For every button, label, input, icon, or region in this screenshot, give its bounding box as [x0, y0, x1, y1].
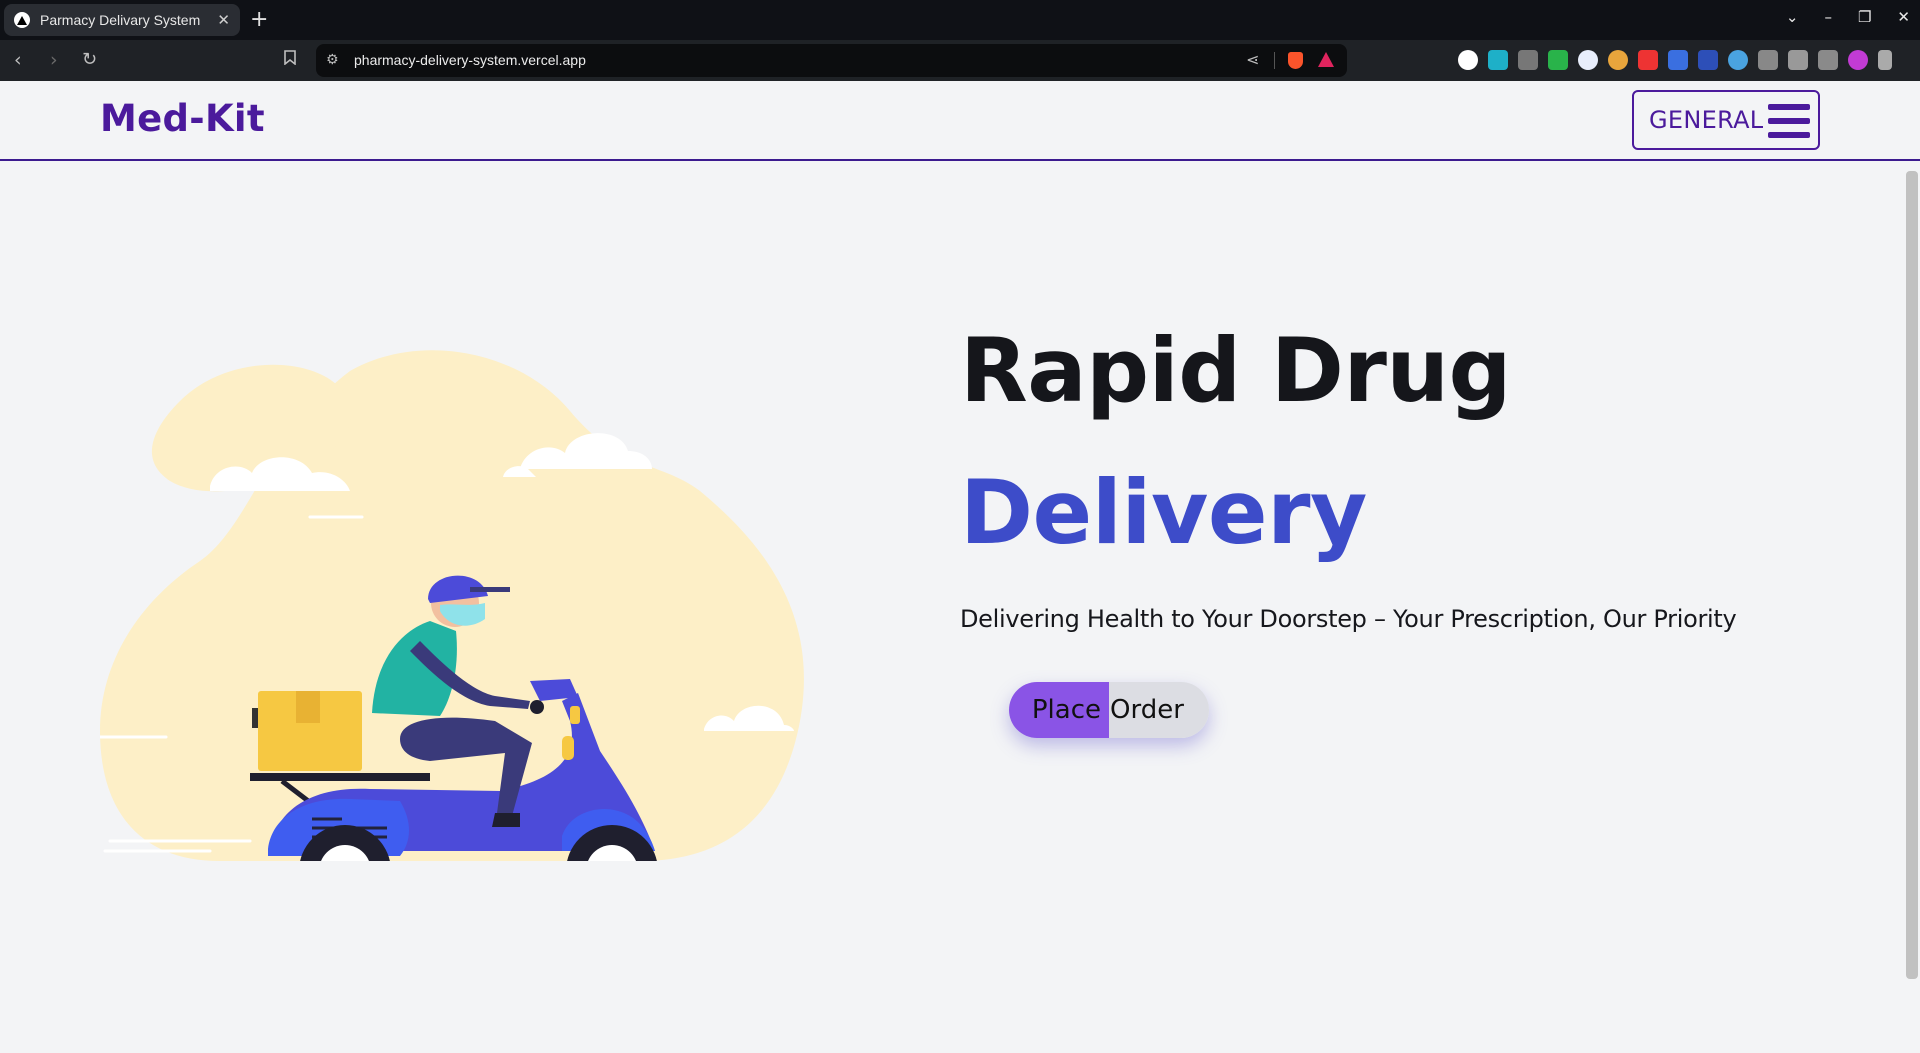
- restore-icon[interactable]: ❐: [1858, 8, 1871, 26]
- site-logo[interactable]: Med-Kit: [100, 97, 265, 140]
- extensions-row: [1458, 50, 1892, 70]
- place-order-left: Place: [1009, 682, 1109, 738]
- new-tab-icon[interactable]: +: [250, 7, 268, 33]
- brave-rewards-icon[interactable]: [1318, 52, 1334, 67]
- extensions-puzzle-icon[interactable]: [1758, 50, 1778, 70]
- browser-tab-bar: Parmacy Delivary System ✕ + ⌄ – ❐ ✕: [0, 0, 1920, 40]
- place-order-word2: Order: [1110, 695, 1184, 725]
- url-text[interactable]: pharmacy-delivery-system.vercel.app: [354, 52, 586, 68]
- delivery-scooter-illustration: [100, 350, 804, 861]
- extension-save-icon[interactable]: [1488, 50, 1508, 70]
- divider: [1274, 52, 1275, 69]
- profile-avatar-icon[interactable]: [1848, 50, 1868, 70]
- extension-zip-icon[interactable]: [1698, 50, 1718, 70]
- extension-window-icon[interactable]: [1518, 50, 1538, 70]
- sidebar-icon[interactable]: [1788, 50, 1808, 70]
- site-settings-icon[interactable]: ⚙: [326, 52, 339, 68]
- browser-tab[interactable]: Parmacy Delivary System ✕: [4, 4, 240, 36]
- bookmark-icon[interactable]: [284, 50, 296, 69]
- brave-shields-icon[interactable]: [1288, 52, 1303, 69]
- extension-globe-icon[interactable]: [1608, 50, 1628, 70]
- vercel-favicon-icon: [14, 12, 30, 28]
- extension-translate-icon[interactable]: [1578, 50, 1598, 70]
- extension-camera-icon[interactable]: [1668, 50, 1688, 70]
- minimize-icon[interactable]: –: [1824, 8, 1832, 26]
- hero-title-line2: Delivery: [960, 461, 1367, 564]
- menu-icon[interactable]: [1878, 50, 1892, 70]
- extension-pen-icon[interactable]: [1458, 50, 1478, 70]
- tab-close-icon[interactable]: ✕: [217, 11, 230, 29]
- place-order-word1: Place: [1031, 695, 1101, 725]
- site-header: Med-Kit GENERAL: [0, 81, 1920, 161]
- back-icon[interactable]: ‹: [14, 49, 22, 71]
- extension-lock-icon[interactable]: [1548, 50, 1568, 70]
- hero-tagline: Delivering Health to Your Doorstep – You…: [960, 605, 1737, 633]
- share-icon[interactable]: ⋖: [1246, 50, 1259, 69]
- extension-pocket-icon[interactable]: [1638, 50, 1658, 70]
- place-order-button[interactable]: Place Order: [1009, 682, 1209, 738]
- forward-icon[interactable]: ›: [50, 49, 58, 71]
- hamburger-icon: [1768, 104, 1810, 138]
- place-order-right: Order: [1109, 682, 1209, 738]
- window-controls: ⌄ – ❐ ✕: [1786, 8, 1910, 26]
- tab-title: Parmacy Delivary System: [40, 12, 201, 28]
- window-close-icon[interactable]: ✕: [1897, 8, 1910, 26]
- address-bar[interactable]: ⚙ pharmacy-delivery-system.vercel.app ⋖: [316, 44, 1347, 77]
- wallet-icon[interactable]: [1818, 50, 1838, 70]
- web-page: Med-Kit GENERAL Rapid Drug Delivery Deli…: [0, 81, 1920, 1053]
- general-menu-button[interactable]: GENERAL: [1632, 90, 1820, 150]
- reload-icon[interactable]: ↻: [82, 49, 97, 71]
- hero-title-line1: Rapid Drug: [960, 319, 1512, 422]
- scrollbar[interactable]: [1906, 171, 1918, 979]
- extension-react-icon[interactable]: [1728, 50, 1748, 70]
- tab-search-chevron-icon[interactable]: ⌄: [1786, 8, 1799, 26]
- menu-label: GENERAL: [1649, 106, 1764, 134]
